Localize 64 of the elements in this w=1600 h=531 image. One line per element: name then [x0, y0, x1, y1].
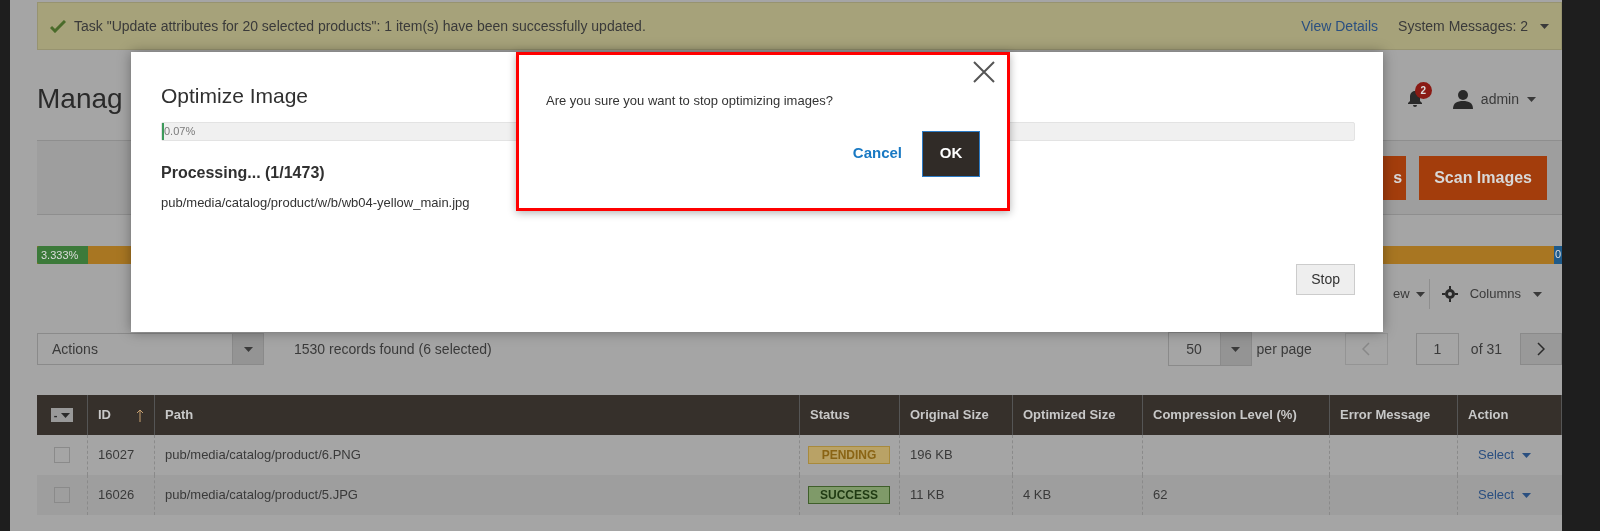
ok-button[interactable]: OK [922, 130, 980, 177]
caret-icon [1231, 346, 1241, 352]
status-badge: PENDING [808, 446, 890, 464]
status-badge: SUCCESS [808, 486, 890, 504]
scan-progress-end: 0 [1553, 246, 1562, 264]
view-dropdown[interactable]: ew [1393, 279, 1430, 309]
progress-percentage: 0.07% [163, 125, 196, 137]
current-file-path: pub/media/catalog/product/w/b/wb04-yellow_main.jpg [161, 193, 470, 212]
column-header[interactable]: Original Size [910, 405, 1002, 425]
stop-button[interactable]: Stop [1296, 264, 1355, 295]
table-cell-text: 11 KB [910, 486, 945, 505]
column-header[interactable]: ID [98, 405, 136, 425]
column-header[interactable]: Status [810, 405, 889, 425]
page-count: of 31 [1470, 339, 1502, 359]
modal-title: Optimize Image [161, 83, 309, 109]
caret-icon [61, 412, 71, 418]
user-icon [1452, 89, 1473, 109]
column-header[interactable]: Compression Level (%) [1153, 405, 1319, 425]
path-cell-text: pub/media/catalog/product/5.JPG [165, 486, 358, 505]
chevron-right-icon [1537, 342, 1545, 356]
processing-status: Processing... (1/1473) [161, 162, 325, 183]
confirm-message: Are you sure you want to stop optimizing images? [546, 92, 834, 110]
table-cell-text: 196 KB [910, 446, 953, 465]
next-page-button[interactable] [1520, 333, 1562, 365]
column-header[interactable]: Error Message [1340, 405, 1447, 425]
user-menu[interactable]: admin [1480, 88, 1536, 110]
view-details-link[interactable]: View Details [1301, 15, 1379, 37]
caret-icon [1522, 452, 1532, 458]
table-cell-text: 62 [1153, 486, 1168, 505]
column-header[interactable]: Action [1468, 405, 1551, 425]
caret-icon [1415, 291, 1425, 297]
records-count: 1530 records found (6 selected) [294, 339, 493, 359]
actions-select[interactable]: Actions [37, 333, 264, 365]
message-text: Task "Update attributes for 20 selected products": 1 item(s) have been successfully updated. [74, 16, 647, 36]
row-checkbox[interactable] [54, 447, 70, 463]
table-cell-text: 4 KB [1023, 486, 1052, 505]
column-header[interactable]: Optimized Size [1023, 405, 1132, 425]
scan-progress-fill: 3.333% [37, 246, 88, 264]
page-number-field[interactable]: 1 [1415, 333, 1459, 365]
caret-icon [1540, 23, 1549, 29]
id-cell-text: 16026 [98, 486, 135, 505]
per-page-select[interactable]: 50 [1167, 332, 1252, 366]
chevron-left-icon [1362, 342, 1371, 356]
caret-icon [243, 346, 253, 352]
caret-icon [1522, 492, 1532, 498]
per-page-label: per page [1256, 339, 1312, 359]
close-icon[interactable] [973, 61, 995, 83]
mass-select-dropdown[interactable]: - [50, 408, 74, 422]
settings-icon [1441, 286, 1458, 302]
checkmark-icon [50, 19, 66, 33]
caret-icon [1527, 96, 1536, 102]
system-messages-toggle[interactable]: System Messages: 2 [1398, 15, 1549, 37]
previous-page-button[interactable] [1344, 333, 1388, 365]
id-cell-text: 16027 [98, 446, 135, 465]
cancel-button[interactable]: Cancel [852, 142, 902, 165]
select-action-link[interactable]: Select [1478, 445, 1532, 465]
notification-badge: 2 [1414, 82, 1432, 99]
caret-icon [1533, 291, 1542, 297]
columns-dropdown[interactable]: Columns [1469, 284, 1542, 304]
page-title: Manag [37, 82, 123, 116]
action-button[interactable]: Scan Images [1419, 155, 1547, 200]
select-action-link[interactable]: Select [1478, 485, 1532, 505]
column-header[interactable]: Path [165, 405, 789, 425]
path-cell-text: pub/media/catalog/product/6.PNG [165, 446, 361, 465]
